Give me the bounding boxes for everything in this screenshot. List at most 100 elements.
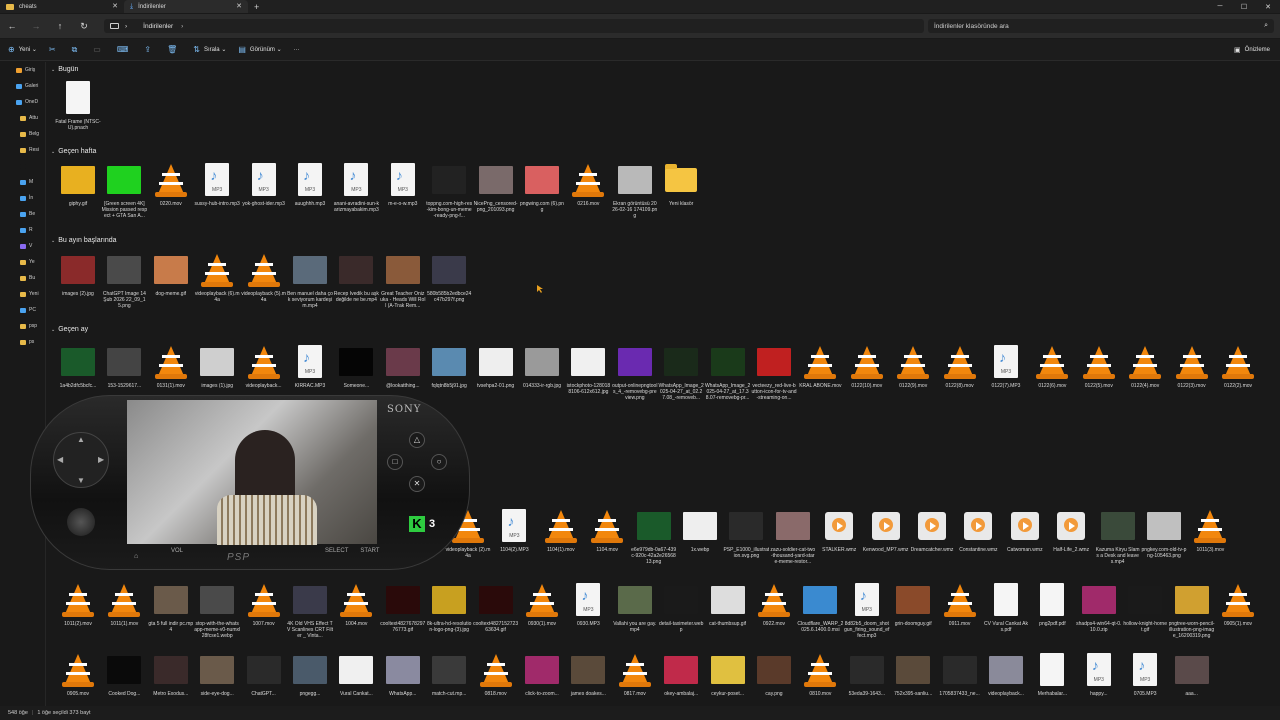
tab-downloads[interactable]: ⤓ İndirilenler ✕	[124, 0, 248, 13]
file-item[interactable]: ceykur-poset...	[705, 652, 751, 704]
path-field[interactable]: › İndirilenler ›	[104, 19, 924, 33]
file-item[interactable]: 0817.mov	[612, 652, 658, 704]
sidebar-item[interactable]: Ye	[0, 254, 45, 270]
share-button[interactable]: ⇪	[144, 45, 155, 54]
group-this-month[interactable]: ⌄ Bu ayın başlarında	[51, 237, 117, 244]
file-item[interactable]: 0122(4).mov	[1122, 344, 1168, 430]
sidebar-item[interactable]: Giriş	[0, 62, 45, 78]
tab-cheats[interactable]: cheats ✕	[0, 0, 124, 13]
forward-button[interactable]: →	[24, 21, 48, 31]
file-item[interactable]: aaa...	[1169, 652, 1215, 704]
sidebar-item[interactable]: Galeri	[0, 78, 45, 94]
sort-button[interactable]: ⇅ Sırala ⌄	[193, 45, 226, 54]
file-item[interactable]: 0905.mov	[55, 652, 101, 704]
file-item[interactable]: KRAL ABONE.mov	[797, 344, 843, 430]
file-item[interactable]: WhatsApp_Image_2025-04-27_at_02.27.08_-r…	[658, 344, 704, 430]
rename-button[interactable]: ⌨	[117, 45, 133, 54]
file-item[interactable]: ChatGPT...	[241, 652, 287, 704]
up-button[interactable]: ↑	[48, 21, 72, 31]
sidebar-item[interactable]: psp	[0, 318, 45, 334]
file-item[interactable]: output-onlinepngtools_4_-removebg-previe…	[612, 344, 658, 430]
file-item[interactable]: ♪ MP3 auughhh.mp3	[287, 162, 333, 248]
file-item[interactable]: ♪ MP3 anani-avradini-sun-karizmayabakim.mp…	[333, 162, 379, 248]
refresh-button[interactable]: ↻	[72, 21, 96, 32]
file-item[interactable]: cay.png	[751, 652, 797, 704]
file-item[interactable]: 752x395-sanliu...	[890, 652, 936, 704]
file-item[interactable]: Merhabalar...	[1029, 652, 1075, 704]
file-item[interactable]: Great Teacher Onizuka - Heads Will Roll …	[380, 252, 426, 338]
file-item[interactable]: WhatsApp_Image_2025-04-27_at_17.38.07-re…	[705, 344, 751, 430]
file-item[interactable]: 0122(6).mov	[1029, 344, 1075, 430]
close-icon[interactable]: ✕	[236, 2, 242, 10]
file-item[interactable]: pngwing.com (6).png	[519, 162, 565, 248]
sidebar-item[interactable]: ps	[0, 334, 45, 350]
file-item[interactable]: toppng.com-high-res-kim-bong-un-meme-rea…	[426, 162, 472, 248]
file-item[interactable]: Ben manuel daha çok seviyorum kardeşim.m…	[287, 252, 333, 338]
file-item[interactable]: 0122(5).mov	[1076, 344, 1122, 430]
sidebar-item[interactable]: Yeni	[0, 286, 45, 302]
file-item[interactable]: 0122(9).mov	[890, 344, 936, 430]
file-item[interactable]: ♪ MP3 0122(7).MP3	[983, 344, 1029, 430]
file-item[interactable]: videoplayback (5).m4a	[241, 252, 287, 338]
group-last-week[interactable]: ⌄ Geçen hafta	[51, 148, 96, 155]
preview-button[interactable]: ▣ Önizleme	[1234, 46, 1270, 54]
file-item[interactable]: ♪ MP3 happy...	[1076, 652, 1122, 704]
sidebar-item[interactable]: Belg	[0, 126, 45, 142]
file-item[interactable]: giphy.gif	[55, 162, 101, 248]
file-item[interactable]: okey-ambalaj...	[658, 652, 704, 704]
file-item[interactable]: 0216.mov	[565, 162, 611, 248]
file-item[interactable]: vecteezy_red-live-button-icon-for-tv-and…	[751, 344, 797, 430]
view-button[interactable]: ▤ Görünüm ⌄	[238, 45, 281, 54]
file-item[interactable]: 53eda39-1643...	[844, 652, 890, 704]
file-item[interactable]: tvsehpa2-01.png	[473, 344, 519, 430]
new-button[interactable]: ⊕ Yeni ⌄	[8, 45, 37, 54]
file-item[interactable]: ♪ MP3 0705.MP3	[1122, 652, 1168, 704]
file-item[interactable]: side-eye-dog...	[194, 652, 240, 704]
file-item[interactable]: WhatsApp...	[380, 652, 426, 704]
minimize-button[interactable]: ─	[1208, 0, 1232, 13]
new-tab-button[interactable]: +	[254, 2, 259, 12]
file-item[interactable]: NicePng_censored-png_201093.png	[473, 162, 519, 248]
file-item[interactable]: Ekran görüntüsü 2026-02-16 174109.png	[612, 162, 658, 248]
file-item[interactable]: Metro Exodus...	[148, 652, 194, 704]
file-item[interactable]: istockphoto-1280188106-612x612.jpg	[565, 344, 611, 430]
sidebar-item[interactable]: Be	[0, 206, 45, 222]
file-item[interactable]: 0122(8).mov	[937, 344, 983, 430]
file-item[interactable]: 0818.mov	[473, 652, 519, 704]
back-button[interactable]: ←	[0, 21, 24, 31]
file-item[interactable]: Yeni klasör	[658, 162, 704, 248]
file-item[interactable]: 0122(3).mov	[1169, 344, 1215, 430]
more-button[interactable]: ···	[294, 47, 300, 53]
file-item[interactable]: pngegg...	[287, 652, 333, 704]
paste-button[interactable]: ▭	[93, 45, 105, 54]
search-input[interactable]: İndirilenler klasöründe ara ⌕	[928, 19, 1274, 33]
file-item[interactable]: [Green screen 4K] Mission passed respect…	[101, 162, 147, 248]
file-item[interactable]: james doakes...	[565, 652, 611, 704]
file-item[interactable]: 014333-ir-rgb.jpg	[519, 344, 565, 430]
sidebar-item[interactable]	[0, 158, 45, 174]
file-item[interactable]: Recep İvedik bu aşk değilde ne be.mp4	[333, 252, 379, 338]
file-item[interactable]: ♪ MP3 sussy-hub-intro.mp3	[194, 162, 240, 248]
file-item[interactable]: match-cut.mp...	[426, 652, 472, 704]
cut-button[interactable]: ✂	[49, 45, 60, 54]
file-item[interactable]: ♪ MP3 m-e-o-w.mp3	[380, 162, 426, 248]
sidebar-item[interactable]: OneD	[0, 94, 45, 110]
copy-button[interactable]: ⧉	[72, 45, 82, 55]
delete-button[interactable]: 🗑	[167, 45, 181, 54]
file-item[interactable]: click-to-zoom...	[519, 652, 565, 704]
file-item[interactable]: videoplayback (6).m4a	[194, 252, 240, 338]
close-window-button[interactable]: ✕	[1256, 0, 1280, 13]
close-icon[interactable]: ✕	[112, 2, 118, 10]
file-item[interactable]: ChatGPT Image 14 Şub 2026 22_09_15.png	[101, 252, 147, 338]
group-last-month[interactable]: ⌄ Geçen ay	[51, 326, 88, 333]
file-item[interactable]: 0810.mov	[797, 652, 843, 704]
sidebar-item[interactable]: M	[0, 174, 45, 190]
file-item[interactable]: 0220.mov	[148, 162, 194, 248]
group-today[interactable]: ⌄ Bugün	[51, 66, 78, 73]
file-item[interactable]: 1705837433_ne...	[937, 652, 983, 704]
file-item[interactable]: 580b585b2edbce24c47b297f.png	[426, 252, 472, 338]
file-item[interactable]: ♪ MP3 yok-ghost-ider.mp3	[241, 162, 287, 248]
file-item[interactable]: Vural Cankat...	[333, 652, 379, 704]
sidebar-item[interactable]: Attu	[0, 110, 45, 126]
breadcrumb-downloads[interactable]: İndirilenler	[143, 23, 173, 30]
